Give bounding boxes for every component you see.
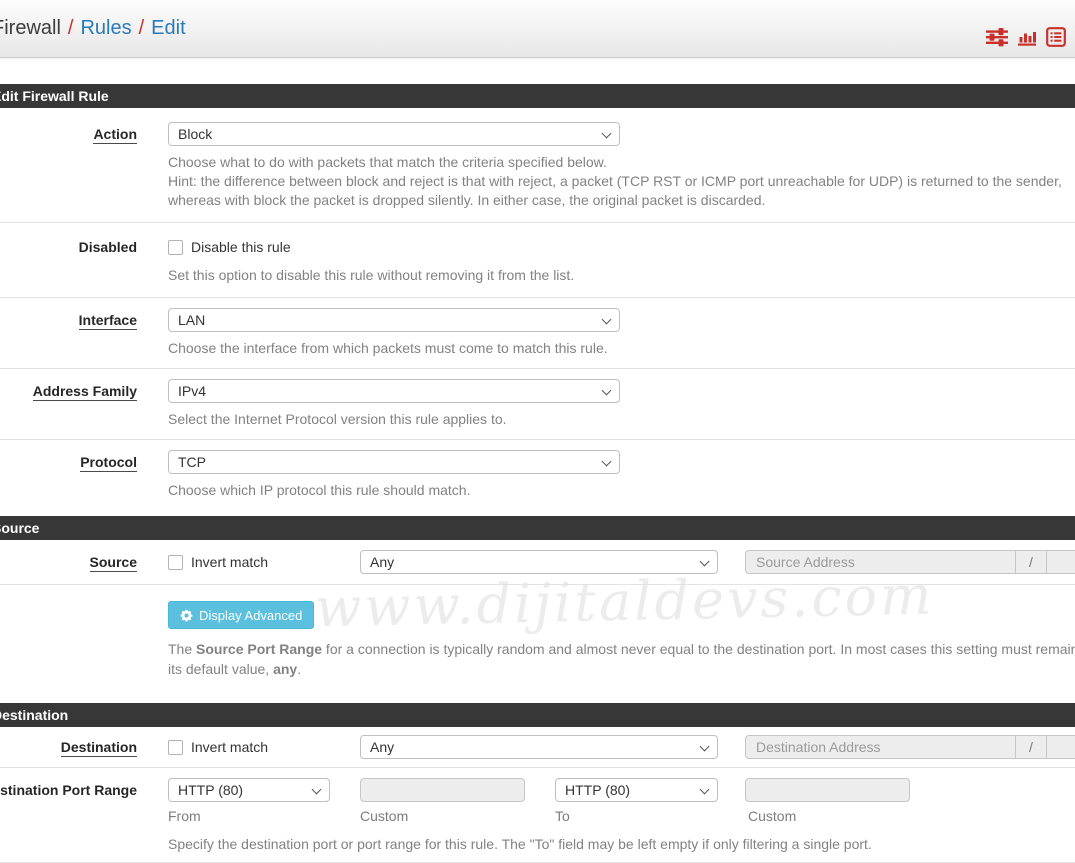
- disabled-label: Disabled: [0, 235, 137, 285]
- source-row: Source Invert match Any Source Address /: [0, 540, 1075, 584]
- destination-row: Destination Invert match Any Destination…: [0, 727, 1075, 767]
- destination-invert-label: Invert match: [191, 739, 268, 755]
- port-to-select-value: HTTP (80): [565, 782, 630, 798]
- source-invert-label: Invert match: [191, 554, 268, 570]
- source-label: Source: [0, 550, 137, 574]
- destination-mask-separator: /: [1015, 736, 1046, 758]
- address-family-label: Address Family: [0, 379, 137, 429]
- breadcrumb-link-rules[interactable]: Rules: [80, 17, 131, 39]
- port-from-select[interactable]: HTTP (80): [168, 778, 330, 802]
- display-advanced-button[interactable]: Display Advanced: [168, 601, 314, 629]
- source-address-placeholder: Source Address: [756, 554, 855, 570]
- destination-mask-select[interactable]: [1046, 736, 1075, 758]
- page: www.dijitaldevs.com Firewall/Rules/Edit: [0, 0, 1075, 863]
- source-mask-separator: /: [1015, 551, 1046, 573]
- address-family-select-value: IPv4: [178, 383, 206, 399]
- source-type-select[interactable]: Any: [360, 550, 718, 574]
- source-port-range-help: The Source Port Range for a connection i…: [168, 639, 1075, 679]
- source-advanced-row: Display Advanced The Source Port Range f…: [0, 584, 1075, 697]
- list-panel-icon[interactable]: [1046, 27, 1066, 47]
- action-row: Action Block Choose what to do with pack…: [0, 108, 1075, 222]
- port-to-custom-caption: Custom: [748, 808, 913, 824]
- chevron-down-icon: [700, 742, 710, 752]
- interface-select[interactable]: LAN: [168, 308, 620, 332]
- breadcrumb-separator: /: [68, 17, 74, 39]
- port-to-select[interactable]: HTTP (80): [555, 778, 718, 802]
- protocol-select[interactable]: TCP: [168, 450, 620, 474]
- address-family-help: Select the Internet Protocol version thi…: [168, 410, 620, 429]
- sliders-icon[interactable]: [986, 27, 1008, 47]
- disable-rule-checkbox-label: Disable this rule: [191, 239, 291, 255]
- breadcrumb-bar: Firewall / Rules / Edit: [0, 0, 1075, 58]
- destination-invert-checkbox[interactable]: [168, 740, 183, 755]
- header-action-icons: [986, 27, 1066, 47]
- interface-label: Interface: [0, 308, 137, 358]
- destination-port-range-label: Destination Port Range: [0, 778, 137, 852]
- protocol-help: Choose which IP protocol this rule shoul…: [168, 481, 620, 500]
- action-select[interactable]: Block: [168, 122, 620, 146]
- port-from-custom-input[interactable]: [360, 778, 525, 802]
- protocol-select-value: TCP: [178, 454, 206, 470]
- interface-row: Interface LAN Choose the interface from …: [0, 297, 1075, 368]
- destination-address-group: Destination Address /: [745, 735, 1075, 759]
- destination-address-input[interactable]: Destination Address: [746, 736, 1015, 758]
- address-family-select[interactable]: IPv4: [168, 379, 620, 403]
- panel-title-destination: Destination: [0, 703, 1075, 727]
- chevron-down-icon: [602, 129, 612, 139]
- destination-type-select-value: Any: [370, 739, 394, 755]
- action-select-value: Block: [178, 126, 212, 142]
- destination-address-placeholder: Destination Address: [756, 739, 881, 755]
- source-mask-select[interactable]: [1046, 551, 1075, 573]
- disabled-row: Disabled Disable this rule Set this opti…: [0, 222, 1075, 297]
- protocol-label: Protocol: [0, 450, 137, 500]
- port-from-caption: From: [168, 808, 360, 824]
- chevron-down-icon: [312, 785, 322, 795]
- destination-port-range-help: Specify the destination port or port ran…: [168, 836, 913, 852]
- chevron-down-icon: [700, 785, 710, 795]
- chevron-down-icon: [700, 557, 710, 567]
- breadcrumb-link-edit[interactable]: Edit: [151, 17, 185, 39]
- gear-icon: [180, 609, 193, 622]
- action-label: Action: [0, 122, 137, 210]
- breadcrumb-section: Firewall: [0, 17, 61, 39]
- panel-title-source: Source: [0, 516, 1075, 540]
- display-advanced-label: Display Advanced: [199, 608, 302, 623]
- breadcrumb: Firewall / Rules / Edit: [0, 17, 186, 40]
- port-from-select-value: HTTP (80): [178, 782, 243, 798]
- breadcrumb-separator: /: [139, 17, 145, 39]
- chevron-down-icon: [602, 315, 612, 325]
- destination-port-range-row: Destination Port Range HTTP (80) HTTP (8…: [0, 767, 1075, 862]
- source-type-select-value: Any: [370, 554, 394, 570]
- action-help: Choose what to do with packets that matc…: [168, 153, 1062, 210]
- interface-help: Choose the interface from which packets …: [168, 339, 620, 358]
- port-from-custom-caption: Custom: [360, 808, 555, 824]
- destination-label: Destination: [0, 735, 137, 759]
- panel-title-edit-firewall-rule: Edit Firewall Rule: [0, 84, 1075, 108]
- source-invert-checkbox[interactable]: [168, 555, 183, 570]
- port-to-custom-input[interactable]: [745, 778, 910, 802]
- chevron-down-icon: [602, 386, 612, 396]
- port-range-captions: From Custom To Custom: [168, 808, 913, 824]
- bar-chart-icon[interactable]: [1017, 27, 1037, 47]
- protocol-row: Protocol TCP Choose which IP protocol th…: [0, 439, 1075, 510]
- destination-type-select[interactable]: Any: [360, 735, 718, 759]
- address-family-row: Address Family IPv4 Select the Internet …: [0, 368, 1075, 439]
- source-address-input[interactable]: Source Address: [746, 551, 1015, 573]
- chevron-down-icon: [602, 457, 612, 467]
- port-to-caption: To: [555, 808, 748, 824]
- disable-rule-checkbox[interactable]: [168, 240, 183, 255]
- source-address-group: Source Address /: [745, 550, 1075, 574]
- disabled-help: Set this option to disable this rule wit…: [168, 266, 574, 285]
- interface-select-value: LAN: [178, 312, 205, 328]
